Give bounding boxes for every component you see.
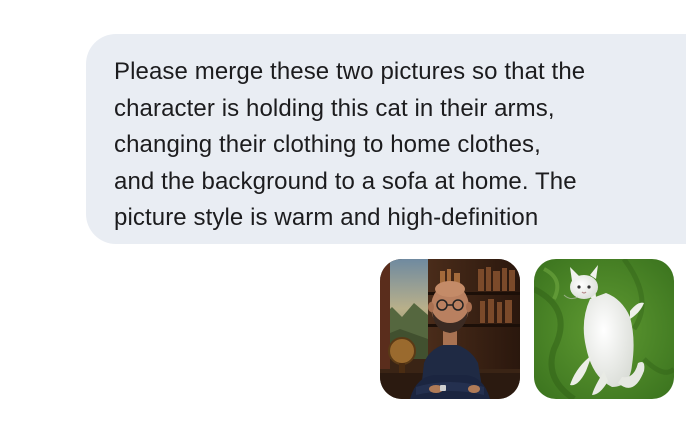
- cat-photo: [534, 259, 674, 399]
- attachment-person-photo[interactable]: [380, 259, 520, 399]
- person-photo: [380, 259, 520, 399]
- message-text: Please merge these two pictures so that …: [114, 58, 586, 231]
- attachment-cat-photo[interactable]: [534, 259, 674, 399]
- chat-thread: Please merge these two pictures so that …: [0, 0, 700, 433]
- user-message-bubble[interactable]: Please merge these two pictures so that …: [86, 34, 686, 244]
